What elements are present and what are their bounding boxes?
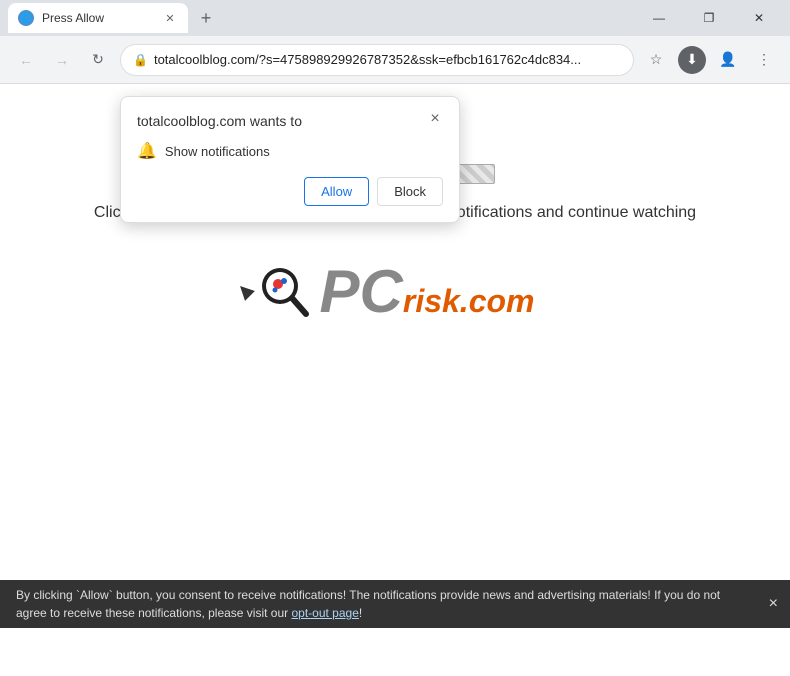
pcrisk-logo: PCrisk.com [256, 262, 535, 322]
bottom-bar-text-before: By clicking `Allow` button, you consent … [16, 588, 720, 620]
extension-icon[interactable]: ⬇ [678, 46, 706, 74]
address-bar: ← → ↻ 🔒 totalcoolblog.com/?s=47589892992… [0, 36, 790, 84]
main-content: × totalcoolblog.com wants to 🔔 Show noti… [0, 84, 790, 628]
url-bar[interactable]: 🔒 totalcoolblog.com/?s=47589892992678735… [120, 44, 634, 76]
refresh-button[interactable]: ↻ [84, 46, 112, 74]
back-button[interactable]: ← [12, 46, 40, 74]
bottom-bar-text: By clicking `Allow` button, you consent … [16, 586, 750, 622]
notification-popup: × totalcoolblog.com wants to 🔔 Show noti… [120, 96, 460, 223]
close-window-button[interactable]: ✕ [736, 0, 782, 36]
minimize-button[interactable]: — [636, 0, 682, 36]
allow-button[interactable]: Allow [304, 177, 369, 206]
bell-icon: 🔔 [137, 141, 157, 161]
popup-notification-label: Show notifications [165, 144, 270, 159]
popup-notification-row: 🔔 Show notifications [137, 141, 443, 161]
new-tab-button[interactable]: + [192, 4, 220, 32]
tab-favicon: 🌐 [18, 10, 34, 26]
bottom-bar-text-after: ! [359, 606, 362, 620]
window-controls: — ❐ ✕ [636, 0, 782, 36]
lock-icon: 🔒 [133, 53, 148, 67]
tab-close-button[interactable]: ✕ [162, 10, 178, 26]
chrome-menu-button[interactable]: ⋮ [750, 46, 778, 74]
opt-out-link[interactable]: opt-out page [291, 606, 358, 620]
bookmark-button[interactable]: ☆ [642, 46, 670, 74]
popup-close-button[interactable]: × [423, 107, 447, 131]
pcrisk-logo-icon [256, 262, 316, 322]
url-text: totalcoolblog.com/?s=475898929926787352&… [154, 52, 621, 67]
popup-buttons: Allow Block [137, 177, 443, 206]
popup-title: totalcoolblog.com wants to [137, 113, 443, 129]
logo-risk-text: risk.com [403, 283, 535, 320]
profile-button[interactable]: 👤 [714, 46, 742, 74]
logo-pc-text: PC [320, 262, 403, 322]
bottom-notification-bar: By clicking `Allow` button, you consent … [0, 580, 790, 628]
title-bar: 🌐 Press Allow ✕ + — ❐ ✕ [0, 0, 790, 36]
block-button[interactable]: Block [377, 177, 443, 206]
pcrisk-logo-text: PCrisk.com [320, 262, 535, 322]
bottom-bar-close-button[interactable]: × [769, 592, 778, 616]
forward-button[interactable]: → [48, 46, 76, 74]
browser-tab[interactable]: 🌐 Press Allow ✕ [8, 3, 188, 33]
maximize-button[interactable]: ❐ [686, 0, 732, 36]
tab-title: Press Allow [42, 11, 154, 25]
